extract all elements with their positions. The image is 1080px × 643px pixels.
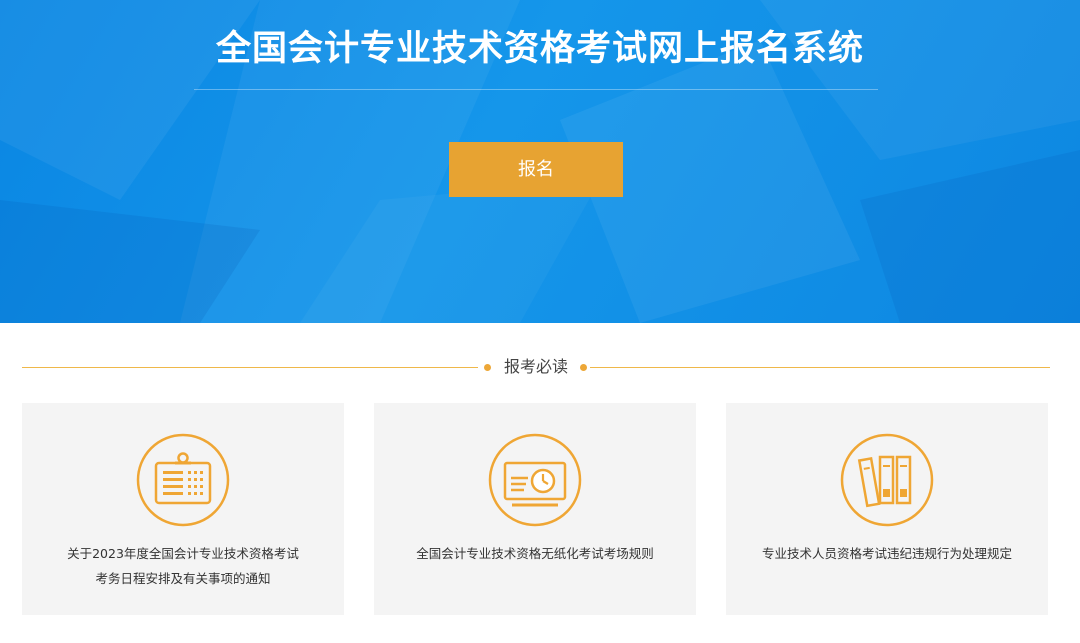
card-label: 全国会计专业技术资格无纸化考试考场规则 bbox=[394, 541, 676, 566]
page-title: 全国会计专业技术资格考试网上报名系统 bbox=[215, 29, 864, 69]
signup-button[interactable]: 报名 bbox=[449, 142, 623, 197]
title-divider bbox=[194, 89, 878, 90]
notice-card-schedule[interactable]: 关于2023年度全国会计专业技术资格考试 考务日程安排及有关事项的通知 bbox=[22, 403, 344, 615]
card-label: 专业技术人员资格考试违纪违规行为处理规定 bbox=[746, 541, 1028, 566]
books-icon bbox=[840, 433, 934, 527]
card-label-line1: 全国会计专业技术资格无纸化考试考场规则 bbox=[416, 546, 654, 561]
notice-card-violations[interactable]: 专业技术人员资格考试违纪违规行为处理规定 bbox=[726, 403, 1048, 615]
section-header: 报考必读 bbox=[22, 356, 1050, 378]
section-line-right bbox=[590, 367, 1050, 368]
card-label-line1: 专业技术人员资格考试违纪违规行为处理规定 bbox=[761, 546, 1012, 561]
notice-card-exam-rules[interactable]: 全国会计专业技术资格无纸化考试考场规则 bbox=[374, 403, 696, 615]
monitor-clock-icon bbox=[488, 433, 582, 527]
clipboard-schedule-icon bbox=[136, 433, 230, 527]
section-dot-left bbox=[484, 364, 491, 371]
section-title: 报考必读 bbox=[503, 357, 568, 376]
card-label-line1: 关于2023年度全国会计专业技术资格考试 bbox=[67, 546, 299, 561]
section-dot-right bbox=[580, 364, 587, 371]
hero-banner: 全国会计专业技术资格考试网上报名系统 报名 bbox=[0, 0, 1080, 323]
card-label-line2: 考务日程安排及有关事项的通知 bbox=[95, 571, 271, 586]
card-label: 关于2023年度全国会计专业技术资格考试 考务日程安排及有关事项的通知 bbox=[42, 541, 324, 591]
section-line-left bbox=[22, 367, 478, 368]
